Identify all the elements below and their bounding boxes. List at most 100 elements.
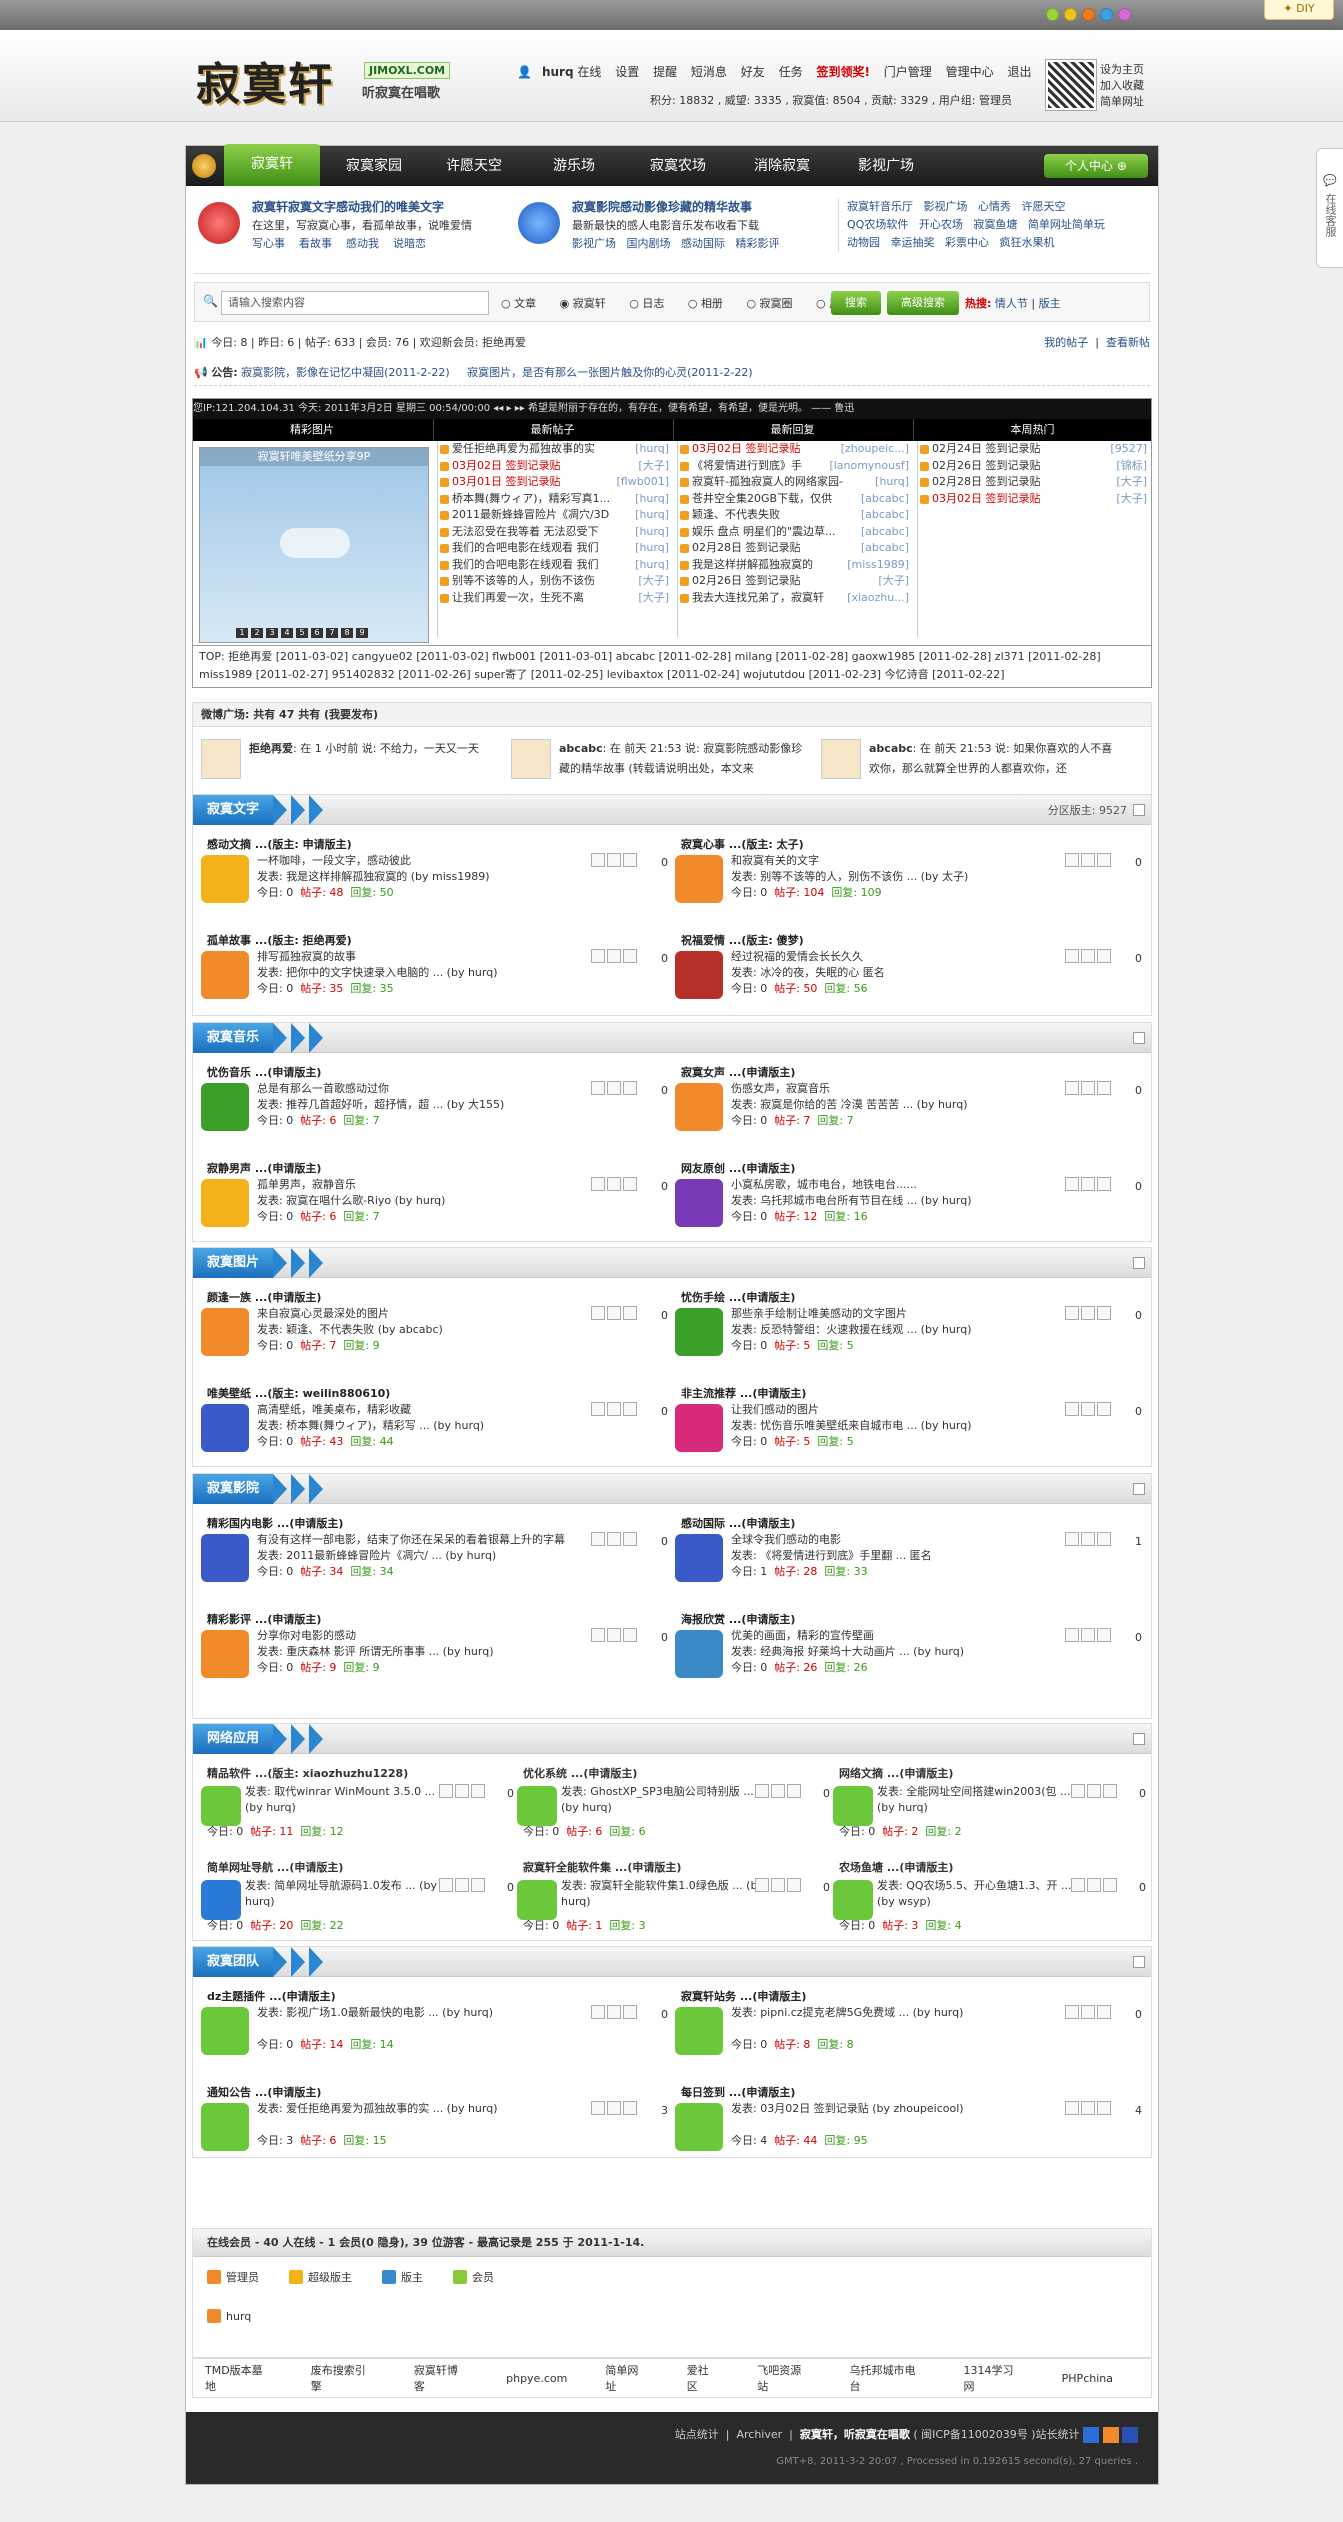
forum-last-post[interactable]: 发表: 我是这样排解孤独寂寞的 (by miss1989) — [257, 869, 627, 885]
section-title[interactable]: 寂寞音乐 — [193, 1023, 274, 1053]
weibo-user[interactable]: 拒绝再爱 — [249, 742, 293, 755]
forum-name[interactable]: 忧伤手绘 ...(申请版主) — [681, 1290, 795, 1306]
sort-icon[interactable] — [1097, 853, 1111, 867]
quick-link[interactable]: 简单网址简单玩 — [1028, 218, 1105, 231]
rss-icon[interactable] — [1071, 1878, 1085, 1892]
list-item-author[interactable]: [9527] — [1110, 441, 1147, 458]
forum-icon[interactable] — [201, 1179, 249, 1227]
list-item[interactable]: 我们的合吧电影在线观看 我们 [hurq] — [438, 540, 673, 557]
sort-icon[interactable] — [623, 1081, 637, 1095]
list-item[interactable]: 2011最新蜂蜂冒险片《凋穴/3D [hurq] — [438, 507, 673, 524]
user-icon[interactable] — [607, 853, 621, 867]
photo-page-button[interactable]: 2 — [251, 628, 263, 638]
promo-link-domestic[interactable]: 国内剧场 — [627, 237, 671, 250]
footer-archiver-link[interactable]: Archiver — [736, 2428, 782, 2441]
avatar[interactable] — [511, 739, 551, 779]
user-icon[interactable] — [1081, 1081, 1095, 1095]
tab-photos[interactable]: 精彩图片 — [193, 419, 431, 441]
friend-link[interactable]: 爱社区 — [687, 2362, 720, 2394]
forum-icon[interactable] — [675, 1534, 723, 1582]
rss-icon[interactable] — [591, 949, 605, 963]
list-item-author[interactable]: [zhoupeic...] — [841, 441, 909, 458]
friend-link[interactable]: 寂寞轩博客 — [414, 2362, 468, 2394]
sort-icon[interactable] — [787, 1878, 801, 1892]
nav-home-icon[interactable] — [192, 154, 216, 178]
list-item-author[interactable]: [flwb001] — [617, 474, 670, 491]
forum-name[interactable]: dz主题插件 ...(申请版主) — [207, 1989, 336, 2005]
forum-icon[interactable] — [675, 1630, 723, 1678]
theme-dot[interactable] — [1082, 8, 1095, 21]
radio-article[interactable]: ○ 文章 — [501, 297, 546, 310]
forum-last-post[interactable]: 发表: 《将爱情进行到底》手里翻 ... 匿名 — [731, 1548, 1101, 1564]
user-icon[interactable] — [1081, 1306, 1095, 1320]
weibo-user[interactable]: abcabc — [559, 742, 603, 755]
user-icon[interactable] — [1087, 1878, 1101, 1892]
forum-name[interactable]: 忧伤音乐 ...(申请版主) — [207, 1065, 321, 1081]
rss-icon[interactable] — [591, 2005, 605, 2019]
collapse-icon[interactable] — [1133, 1257, 1145, 1269]
sort-icon[interactable] — [623, 853, 637, 867]
user-icon[interactable] — [607, 2005, 621, 2019]
list-item-author[interactable]: [大子] — [638, 573, 669, 590]
user-icon[interactable] — [1081, 1177, 1095, 1191]
footer-rss-icon[interactable] — [1102, 2427, 1119, 2443]
forum-name[interactable]: 祝福爱情 ...(版主: 傻梦) — [681, 933, 804, 949]
list-item-author[interactable]: [abcabc] — [861, 524, 909, 541]
rss-icon[interactable] — [591, 853, 605, 867]
forum-name[interactable]: 寂静男声 ...(申请版主) — [207, 1161, 321, 1177]
list-item[interactable]: 03月02日 签到记录贴 [大子] — [918, 491, 1151, 508]
forum-name[interactable]: 孤单故事 ...(版主: 拒绝再爱) — [207, 933, 352, 949]
forum-name[interactable]: 唯美壁纸 ...(版主: weilin880610) — [207, 1386, 390, 1402]
forum-last-post[interactable]: 发表: 把你中的文字快速录入电脑的 ... (by hurq) — [257, 965, 627, 981]
nav-item-relieve[interactable]: 消除寂寞 — [734, 146, 830, 186]
sort-icon[interactable] — [1097, 2005, 1111, 2019]
section-title[interactable]: 寂寞图片 — [193, 1248, 274, 1278]
user-icon[interactable] — [607, 1532, 621, 1546]
promo-link-video-square[interactable]: 影视广场 — [572, 237, 616, 250]
forum-icon[interactable] — [201, 1880, 241, 1920]
user-icon[interactable] — [1081, 2005, 1095, 2019]
sort-icon[interactable] — [1097, 1081, 1111, 1095]
forum-last-post[interactable]: 发表: 简单网址导航源码1.0发布 ... (by hurq) — [245, 1878, 455, 1910]
sort-icon[interactable] — [1097, 2101, 1111, 2115]
list-item[interactable]: 02月26日 签到记录贴 [大子] — [678, 573, 913, 590]
collapse-icon[interactable] — [1133, 804, 1145, 816]
notice-item[interactable]: 寂寞影院，影像在记忆中凝固(2011-2-22) — [241, 366, 450, 379]
forum-name[interactable]: 颜逢一族 ...(申请版主) — [207, 1290, 321, 1306]
sort-icon[interactable] — [1097, 1177, 1111, 1191]
nav-item-video[interactable]: 影视广场 — [838, 146, 934, 186]
menu-remind[interactable]: 提醒 — [653, 65, 677, 79]
rss-icon[interactable] — [755, 1878, 769, 1892]
forum-last-post[interactable]: 发表: 2011最新蜂蜂冒险片《凋穴/ ... (by hurq) — [257, 1548, 627, 1564]
forum-name[interactable]: 寂寞轩全能软件集 ...(申请版主) — [523, 1860, 681, 1876]
photo-slideshow[interactable]: 寂寞轩唯美壁纸分享9P 123456789 — [199, 447, 429, 643]
sort-icon[interactable] — [1097, 1306, 1111, 1320]
list-item[interactable]: 别等不该等的人，别伤不该伤 [大子] — [438, 573, 673, 590]
forum-last-post[interactable]: 发表: 重庆森林 影评 所谓无所事事 ... (by hurq) — [257, 1644, 627, 1660]
promo-video-title[interactable]: 寂寞影院感动影像珍藏的精华故事 — [572, 200, 752, 214]
forum-name[interactable]: 寂寞女声 ...(申请版主) — [681, 1065, 795, 1081]
user-icon[interactable] — [1087, 1784, 1101, 1798]
friend-link[interactable]: 简单网址 — [605, 2362, 648, 2394]
rss-icon[interactable] — [439, 1878, 453, 1892]
forum-last-post[interactable]: 发表: 颖逢、不代表失败 (by abcabc) — [257, 1322, 627, 1338]
tab-hot[interactable]: 本周热门 — [913, 419, 1151, 441]
promo-link-crush[interactable]: 说暗恋 — [393, 237, 426, 250]
rss-icon[interactable] — [591, 1177, 605, 1191]
list-item[interactable]: 02月28日 签到记录贴 [大子] — [918, 474, 1151, 491]
forum-last-post[interactable]: 发表: 桥本舞(舞ウィア)，精彩写 ... (by hurq) — [257, 1418, 627, 1434]
sort-icon[interactable] — [623, 2101, 637, 2115]
user-icon[interactable] — [1081, 1402, 1095, 1416]
section-header[interactable]: 寂寞影院 — [193, 1474, 1151, 1504]
list-item[interactable]: 《将爱情进行到底》手 [lanomynousf] — [678, 458, 913, 475]
rss-icon[interactable] — [1065, 1306, 1079, 1320]
forum-last-post[interactable]: 发表: 冰冷的夜，失眠的心 匿名 — [731, 965, 1101, 981]
list-item-author[interactable]: [lanomynousf] — [829, 458, 909, 475]
forum-icon[interactable] — [675, 1308, 723, 1356]
forum-icon[interactable] — [675, 951, 723, 999]
forum-name[interactable]: 网友原创 ...(申请版主) — [681, 1161, 795, 1177]
list-item-author[interactable]: [abcabc] — [861, 540, 909, 557]
photo-page-button[interactable]: 4 — [281, 628, 293, 638]
rss-icon[interactable] — [591, 1532, 605, 1546]
forum-icon[interactable] — [201, 1404, 249, 1452]
